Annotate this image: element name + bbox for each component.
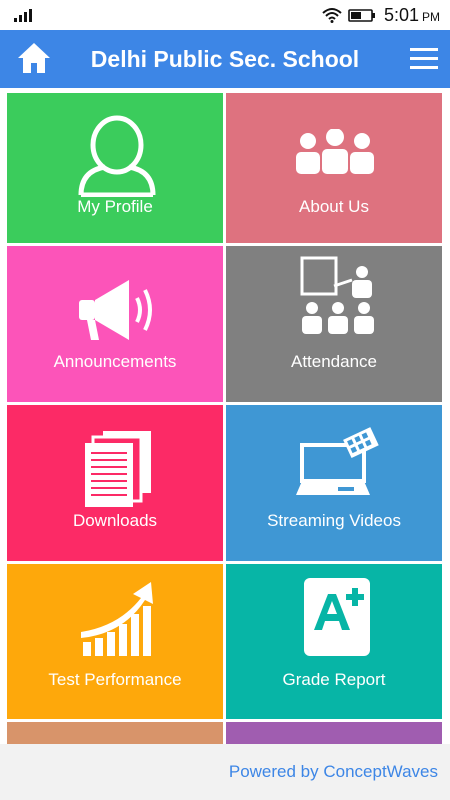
tile-about-us[interactable]: About Us <box>226 93 442 243</box>
clock-time: 5:01 <box>384 5 420 25</box>
documents-icon <box>85 431 151 507</box>
status-bar: 5:01 PM <box>0 0 450 30</box>
battery-icon <box>348 9 375 22</box>
tile-label: Streaming Videos <box>267 511 401 530</box>
tile-downloads[interactable]: Downloads <box>7 405 223 561</box>
tile-label: Grade Report <box>282 670 386 689</box>
tile-label: Downloads <box>72 511 158 530</box>
dashboard-grid: My Profile About Us Announcements Attend… <box>0 88 450 744</box>
tile-grade-report[interactable]: Grade Report <box>226 564 442 719</box>
app-title: Delhi Public Sec. School <box>90 46 360 72</box>
tile-label: Test Performance <box>48 670 182 689</box>
home-icon[interactable] <box>16 40 52 76</box>
tile-streaming-videos[interactable]: Streaming Videos <box>226 405 442 561</box>
growth-chart-icon <box>81 582 153 656</box>
user-profile-icon <box>78 115 156 197</box>
tile-label: About Us <box>299 197 369 216</box>
tile-label: Attendance <box>290 352 377 371</box>
tile-partial[interactable] <box>226 722 442 744</box>
footer: Powered by ConceptWaves <box>0 744 450 800</box>
grade-a-plus-icon <box>304 578 370 656</box>
powered-by-link[interactable]: Powered by ConceptWaves <box>229 762 438 782</box>
tile-announcements[interactable]: Announcements <box>7 246 223 402</box>
hamburger-menu-icon[interactable] <box>410 46 438 72</box>
tile-partial[interactable] <box>7 722 223 744</box>
tile-my-profile[interactable]: My Profile <box>7 93 223 243</box>
signal-icon <box>14 9 32 22</box>
clock-ampm: PM <box>422 10 441 24</box>
laptop-video-icon <box>296 427 379 495</box>
app-header: Delhi Public Sec. School <box>0 30 450 88</box>
clock: 5:01 PM <box>384 5 440 27</box>
megaphone-icon <box>79 280 152 340</box>
group-icon <box>296 129 374 174</box>
tile-attendance[interactable]: Attendance <box>226 246 442 402</box>
wifi-icon <box>322 8 342 23</box>
classroom-icon <box>300 256 374 334</box>
tile-label: My Profile <box>77 197 153 216</box>
tile-label: Announcements <box>53 352 177 371</box>
tile-test-performance[interactable]: Test Performance <box>7 564 223 719</box>
